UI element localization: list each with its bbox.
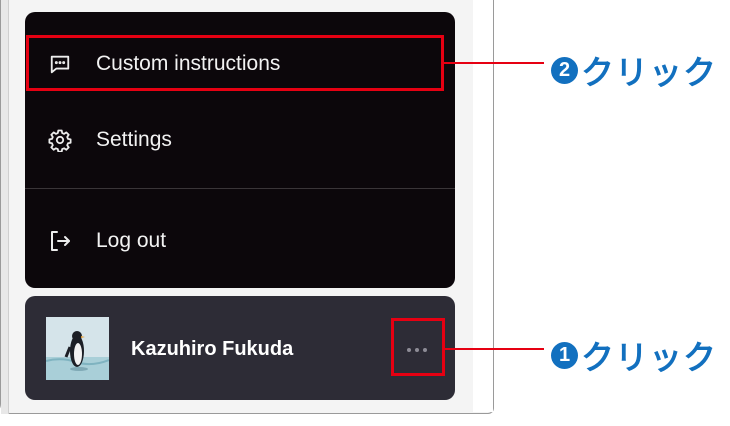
menu-item-label: Log out <box>96 229 167 252</box>
step-badge: 2 <box>551 56 578 84</box>
menu-item-label: Settings <box>96 128 172 151</box>
callout-text: クリック <box>581 338 717 377</box>
gear-icon <box>47 127 73 153</box>
callout-line-2 <box>444 62 544 64</box>
menu-item-settings[interactable]: Settings <box>25 112 455 168</box>
callout-step-2: 2 クリック <box>551 46 717 94</box>
callout-step-1: 1 クリック <box>551 331 717 379</box>
log-out-icon <box>47 228 73 254</box>
user-name: Kazuhiro Fukuda <box>131 338 294 360</box>
highlight-more-options <box>391 318 445 376</box>
step-badge: 1 <box>551 341 578 369</box>
callout-text: クリック <box>581 53 717 92</box>
callout-line-1 <box>445 348 544 350</box>
menu-item-log-out[interactable]: Log out <box>25 213 455 269</box>
menu-divider <box>25 188 455 189</box>
penguin-avatar-icon <box>46 317 109 380</box>
highlight-custom-instructions <box>26 35 444 91</box>
window-left-edge <box>1 0 9 414</box>
